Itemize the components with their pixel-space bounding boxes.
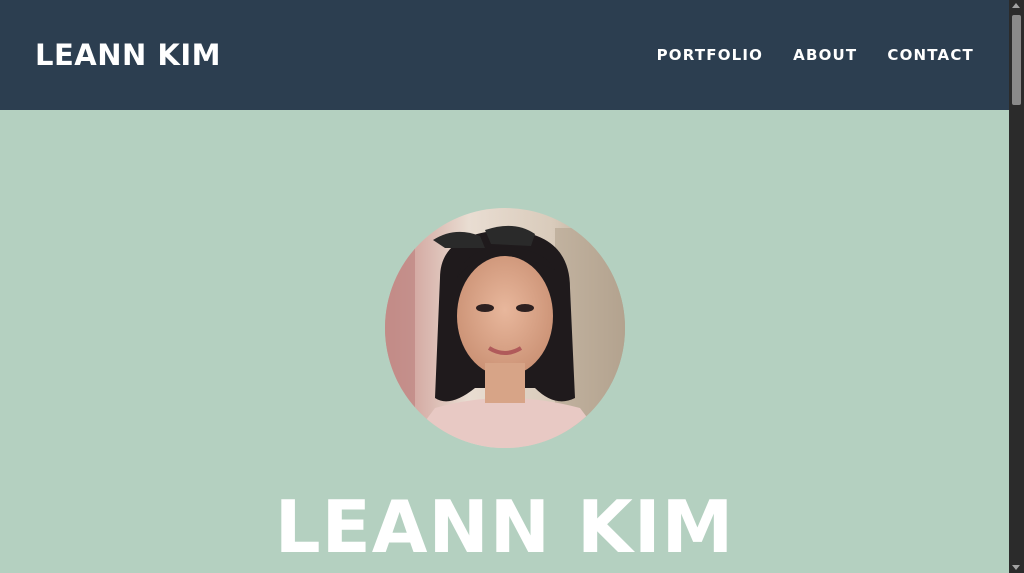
brand-link[interactable]: LEANN KIM: [35, 38, 221, 72]
scroll-up-arrow-icon[interactable]: [1012, 3, 1020, 8]
navbar: LEANN KIM PORTFOLIO ABOUT CONTACT: [0, 0, 1009, 110]
vertical-scrollbar[interactable]: [1009, 0, 1024, 573]
nav-links: PORTFOLIO ABOUT CONTACT: [627, 46, 974, 64]
avatar-image: [385, 208, 625, 448]
nav-link-about[interactable]: ABOUT: [793, 46, 857, 64]
nav-link-portfolio[interactable]: PORTFOLIO: [657, 46, 764, 64]
nav-link-contact[interactable]: CONTACT: [887, 46, 974, 64]
scroll-thumb[interactable]: [1012, 15, 1021, 105]
scroll-down-arrow-icon[interactable]: [1012, 565, 1020, 570]
masthead-heading: LEANN KIM: [274, 485, 735, 569]
avatar: [385, 208, 625, 448]
masthead: LEANN KIM: [0, 110, 1009, 573]
